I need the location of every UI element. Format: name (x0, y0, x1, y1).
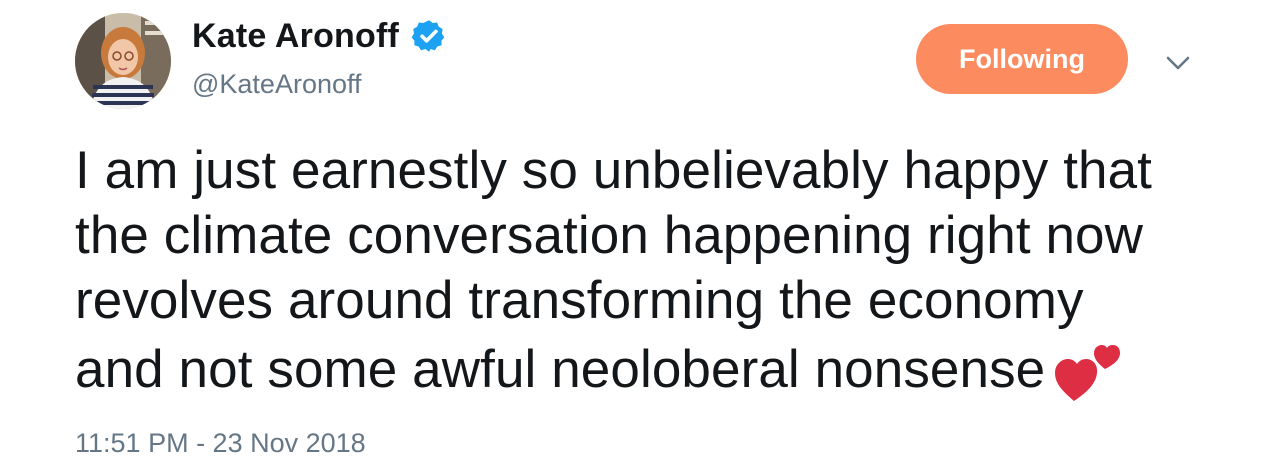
tweet-text-line: the climate conversation happening right… (75, 206, 1143, 265)
tweet-timestamp[interactable]: 11:51 PM - 23 Nov 2018 (75, 426, 366, 460)
tweet-text: I am just earnestly so unbelievably happ… (75, 138, 1245, 403)
tweet-card: Kate Aronoff @KateAronoff Following I am… (0, 0, 1268, 470)
author-handle[interactable]: @KateAronoff (192, 67, 362, 101)
more-options-chevron-down-icon[interactable] (1163, 49, 1193, 75)
two-hearts-icon (1053, 333, 1125, 403)
verified-badge-icon (411, 20, 445, 52)
author-display-name[interactable]: Kate Aronoff (192, 16, 399, 56)
author-name-row: Kate Aronoff (192, 16, 447, 56)
tweet-text-line: revolves around transforming the economy (75, 271, 1084, 330)
tweet-text-line: I am just earnestly so unbelievably happ… (75, 141, 1152, 200)
avatar-image (75, 13, 171, 109)
avatar[interactable] (75, 13, 171, 109)
tweet-text-line: and not some awful neoloberal nonsense (75, 340, 1046, 399)
following-button[interactable]: Following (916, 24, 1128, 94)
tweet-text-line-last: and not some awful neoloberal nonsense (75, 333, 1245, 403)
